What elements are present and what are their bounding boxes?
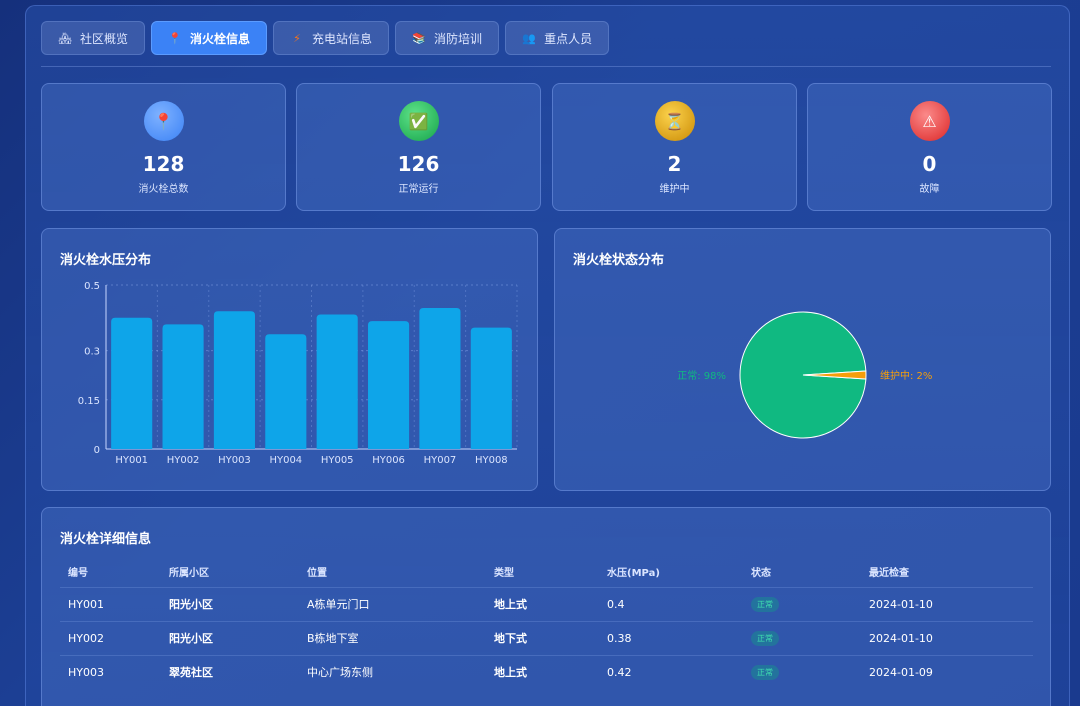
x-tick-label: HY005 bbox=[321, 455, 354, 466]
col-community: 所属小区 bbox=[169, 568, 209, 580]
stat-card-maintenance: ⏳ 2 维护中 bbox=[552, 83, 797, 211]
cell-status: 正常 bbox=[751, 586, 869, 621]
pie-label: 维护中: 2% bbox=[880, 369, 932, 382]
table-row[interactable]: HY003 翠苑社区 中心广场东侧 地上式 0.42 正常 2024-01-09 bbox=[60, 654, 1033, 689]
x-tick-label: HY007 bbox=[424, 455, 457, 466]
y-tick-label: 0.5 bbox=[84, 281, 100, 292]
status-chart-panel: 消火栓状态分布 正常: 98% 维护中: 2% bbox=[554, 228, 1051, 491]
x-tick-label: HY004 bbox=[269, 455, 302, 466]
cell-pressure: 0.4 bbox=[607, 586, 751, 621]
bar-hy006 bbox=[368, 321, 410, 449]
bar-hy007 bbox=[419, 307, 461, 449]
col-pressure: 水压(MPa) bbox=[607, 568, 660, 580]
table-header-row: 编号 所属小区 位置 类型 水压(MPa) 状态 最近检查 bbox=[60, 557, 1033, 587]
hourglass-icon: ⏳ bbox=[654, 101, 695, 141]
bar-hy002 bbox=[162, 324, 204, 449]
y-tick-label: 0.15 bbox=[78, 396, 100, 407]
x-tick-label: HY003 bbox=[218, 455, 251, 466]
check-icon: ✅ bbox=[398, 101, 439, 141]
cell-community: 翠苑社区 bbox=[169, 654, 307, 689]
cell-pressure: 0.38 bbox=[607, 620, 751, 655]
x-tick-label: HY006 bbox=[372, 455, 405, 466]
cell-last-check: 2024-01-10 bbox=[869, 620, 1033, 655]
panel-title: 消火栓详细信息 bbox=[60, 532, 152, 547]
lightning-icon: ⚡ bbox=[293, 31, 301, 45]
tab-label: 消防培训 bbox=[434, 31, 483, 46]
status-badge: 正常 bbox=[751, 596, 779, 612]
cell-type: 地下式 bbox=[494, 620, 607, 655]
stat-label: 故障 bbox=[919, 184, 940, 195]
stat-value: 2 bbox=[667, 152, 682, 176]
warning-icon: ⚠ bbox=[909, 101, 950, 141]
bar-hy003 bbox=[213, 311, 255, 449]
stat-card-total: 📍 128 消火栓总数 bbox=[41, 83, 286, 211]
cell-id: HY001 bbox=[60, 586, 169, 621]
cell-location: 中心广场东侧 bbox=[307, 654, 494, 689]
x-tick-label: HY001 bbox=[115, 455, 148, 466]
tab-hydrant-info[interactable]: 📍 消火栓信息 bbox=[151, 21, 268, 55]
tab-key-persons[interactable]: 👥 重点人员 bbox=[505, 21, 610, 55]
pin-icon: 📍 bbox=[143, 101, 184, 141]
cell-type: 地上式 bbox=[494, 586, 607, 621]
stat-label: 消火栓总数 bbox=[138, 184, 189, 195]
tab-label: 社区概览 bbox=[80, 31, 129, 46]
x-tick-label: HY002 bbox=[167, 455, 200, 466]
bar-hy001 bbox=[111, 317, 153, 449]
pressure-bar-chart: 0 0.15 0.3 0.5 HY001 HY002 HY003 HY004 HY005 HY00… bbox=[78, 281, 518, 466]
col-status: 状态 bbox=[751, 568, 771, 580]
stat-value: 128 bbox=[142, 152, 185, 176]
bar-hy005 bbox=[316, 314, 358, 449]
status-badge: 正常 bbox=[751, 664, 779, 680]
table-row[interactable]: HY002 阳光小区 B栋地下室 地下式 0.38 正常 2024-01-10 bbox=[60, 620, 1033, 655]
col-id: 编号 bbox=[68, 568, 88, 580]
col-location: 位置 bbox=[307, 568, 327, 580]
hydrant-table: 编号 所属小区 位置 类型 水压(MPa) 状态 最近检查 HY001 阳光小区… bbox=[60, 557, 1033, 689]
books-icon: 📚 bbox=[412, 31, 426, 45]
house-icon: 🏘 bbox=[58, 31, 72, 45]
pressure-chart-panel: 消火栓水压分布 0 0.15 0.3 0.5 HY001 HY002 HY003 HY004 H… bbox=[41, 228, 538, 491]
status-badge: 正常 bbox=[751, 630, 779, 646]
tab-community-overview[interactable]: 🏘 社区概览 bbox=[41, 21, 146, 55]
stat-value: 0 bbox=[922, 152, 937, 176]
status-pie-chart: 正常: 98% 维护中: 2% bbox=[677, 311, 932, 439]
bar-hy004 bbox=[265, 334, 307, 449]
table-row[interactable]: HY001 阳光小区 A栋单元门口 地上式 0.4 正常 2024-01-10 bbox=[60, 586, 1033, 621]
tab-label: 重点人员 bbox=[544, 31, 593, 46]
stat-label: 维护中 bbox=[659, 184, 690, 195]
stat-card-fault: ⚠ 0 故障 bbox=[807, 83, 1052, 211]
cell-id: HY003 bbox=[60, 654, 169, 689]
stat-card-normal: ✅ 126 正常运行 bbox=[296, 83, 541, 211]
tab-label: 充电站信息 bbox=[312, 31, 373, 46]
y-tick-label: 0.3 bbox=[84, 347, 100, 358]
hydrant-detail-panel: 消火栓详细信息 编号 所属小区 位置 类型 水压(MPa) 状态 最近检查 HY… bbox=[41, 507, 1051, 706]
tab-divider bbox=[41, 66, 1051, 67]
tab-label: 消火栓信息 bbox=[190, 31, 251, 46]
cell-type: 地上式 bbox=[494, 654, 607, 689]
cell-id: HY002 bbox=[60, 620, 169, 655]
cell-status: 正常 bbox=[751, 654, 869, 689]
cell-community: 阳光小区 bbox=[169, 620, 307, 655]
x-tick-label: HY008 bbox=[475, 455, 508, 466]
cell-location: B栋地下室 bbox=[307, 620, 494, 655]
stat-label: 正常运行 bbox=[398, 184, 439, 195]
cell-last-check: 2024-01-09 bbox=[869, 654, 1033, 689]
y-tick-label: 0 bbox=[94, 445, 100, 456]
cell-location: A栋单元门口 bbox=[307, 586, 494, 621]
cell-community: 阳光小区 bbox=[169, 586, 307, 621]
tab-fire-training[interactable]: 📚 消防培训 bbox=[395, 21, 500, 55]
col-last-check: 最近检查 bbox=[869, 568, 909, 580]
tab-bar: 🏘 社区概览 📍 消火栓信息 ⚡ 充电站信息 📚 消防培训 👥 重点人员 bbox=[41, 21, 610, 55]
col-type: 类型 bbox=[494, 568, 514, 580]
pin-icon: 📍 bbox=[168, 31, 182, 45]
tab-charging-station[interactable]: ⚡ 充电站信息 bbox=[273, 21, 390, 55]
stat-value: 126 bbox=[397, 152, 440, 176]
bar-hy008 bbox=[470, 327, 512, 449]
cell-last-check: 2024-01-10 bbox=[869, 586, 1033, 621]
cell-pressure: 0.42 bbox=[607, 654, 751, 689]
pie-label: 正常: 98% bbox=[677, 369, 726, 382]
people-icon: 👥 bbox=[522, 31, 536, 45]
cell-status: 正常 bbox=[751, 620, 869, 655]
